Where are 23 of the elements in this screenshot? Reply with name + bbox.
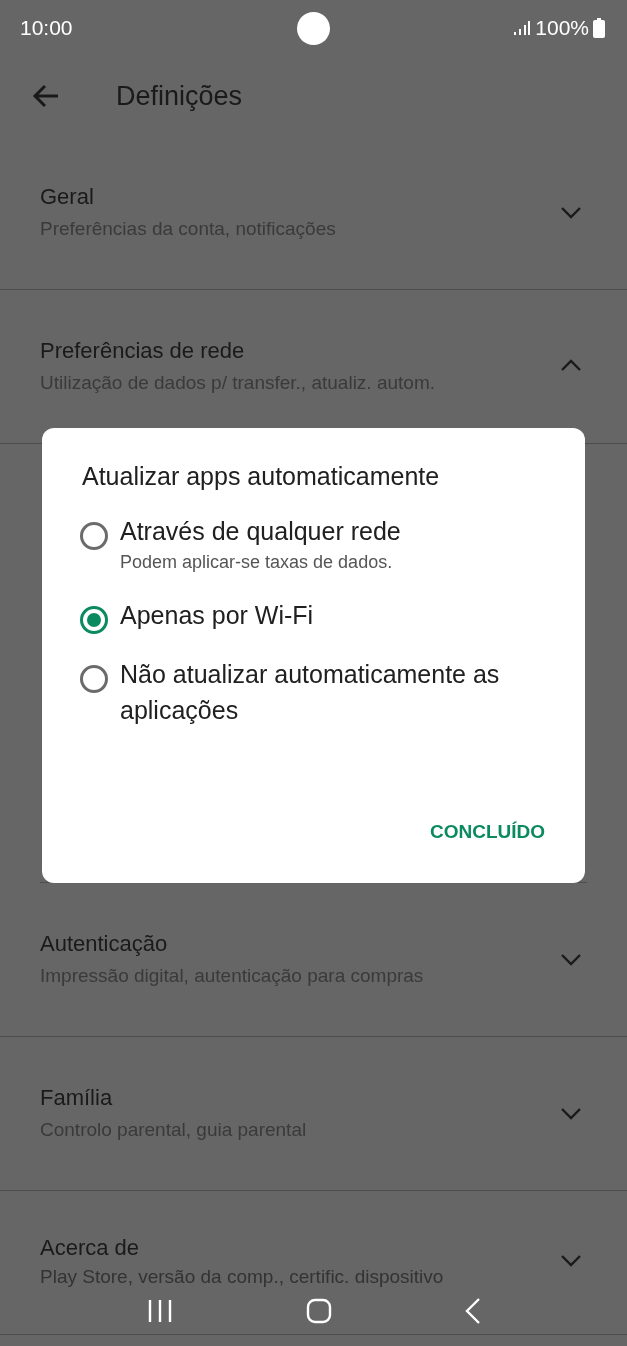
option-label[interactable]: Através de qualquer rede <box>120 513 401 549</box>
done-button[interactable]: CONCLUÍDO <box>429 817 545 847</box>
dialog-title: Atualizar apps automaticamente <box>82 462 441 491</box>
section-title: Preferências de rede <box>40 337 246 365</box>
option-label[interactable]: Apenas por Wi-Fi <box>120 597 314 633</box>
section-title: Acerca de <box>40 1234 141 1262</box>
section-title: Geral <box>40 183 95 211</box>
section-title: Família <box>40 1084 114 1112</box>
status-time: 10:00 <box>20 16 73 40</box>
radio-button[interactable] <box>80 665 108 693</box>
back-nav-icon[interactable] <box>464 1298 481 1324</box>
section-title: Autenticação <box>40 930 169 958</box>
radio-button[interactable] <box>80 606 108 634</box>
option-hint: Podem aplicar-se taxas de dados. <box>120 551 394 574</box>
radio-button[interactable] <box>80 522 108 550</box>
battery-percentage: 100% <box>535 16 589 40</box>
signal-icon <box>513 20 532 36</box>
battery-icon <box>593 18 605 38</box>
home-icon[interactable] <box>305 1298 332 1324</box>
recent-apps-icon[interactable] <box>146 1299 173 1323</box>
page-title: Definições <box>116 80 243 112</box>
option-label[interactable]: Não atualizar automaticamente as aplicações <box>120 656 555 728</box>
camera-cutout <box>297 12 330 45</box>
